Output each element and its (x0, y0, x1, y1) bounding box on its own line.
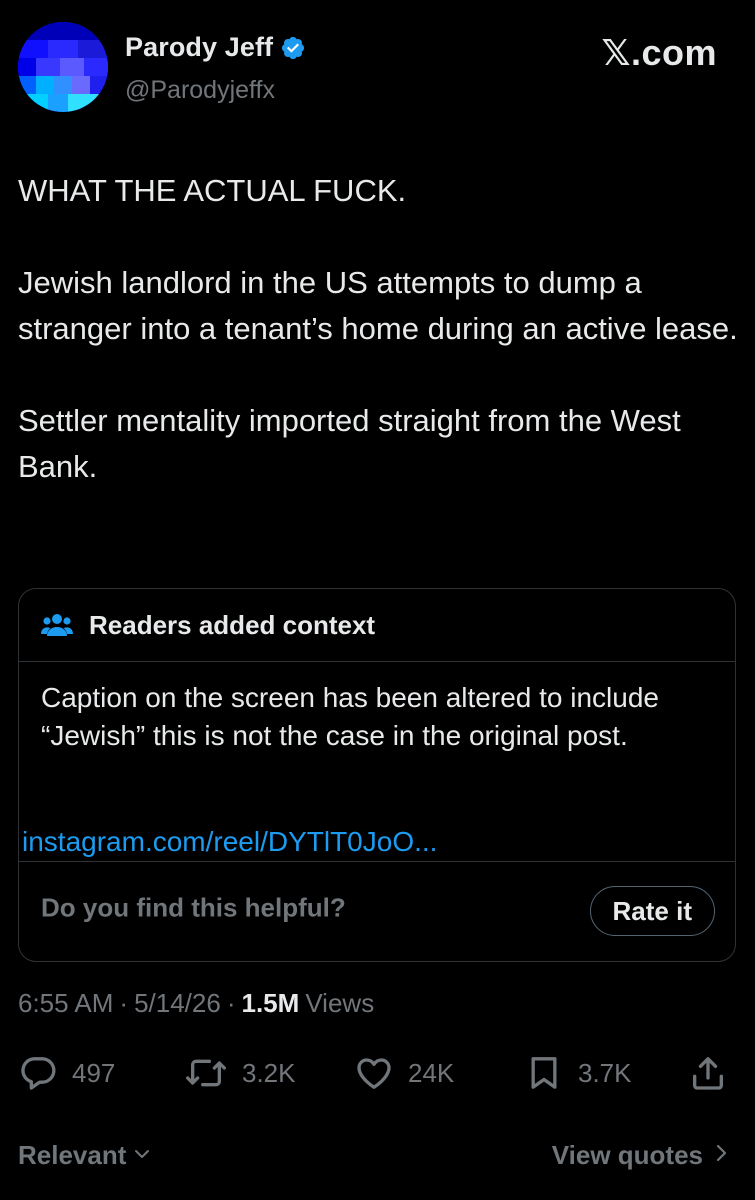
chevron-down-icon (132, 1140, 152, 1171)
bookmark-icon (524, 1053, 564, 1093)
bookmark-count: 3.7K (578, 1057, 632, 1088)
tweet-detail-page: Parody Jeff @Parodyjeffx 𝕏.com WHAT THE … (0, 0, 755, 1200)
community-note-text: Caption on the screen has been altered t… (41, 682, 659, 751)
reply-button[interactable]: 497 (18, 1048, 115, 1098)
repost-button[interactable]: 3.2K (184, 1048, 296, 1098)
author-display-name[interactable]: Parody Jeff (125, 32, 273, 63)
share-button[interactable] (688, 1048, 728, 1098)
bookmark-button[interactable]: 3.7K (524, 1048, 632, 1098)
share-icon (688, 1053, 728, 1093)
verified-badge-icon (280, 35, 306, 61)
repost-icon (184, 1053, 228, 1093)
author-handle[interactable]: @Parodyjeffx (125, 76, 275, 105)
tweet-text: WHAT THE ACTUAL FUCK. Jewish landlord in… (18, 168, 738, 490)
community-note-title: Readers added context (89, 609, 376, 640)
tweet-actions: 497 3.2K 24K 3.7K (0, 1048, 755, 1098)
tweet-paragraph: WHAT THE ACTUAL FUCK. (18, 173, 407, 208)
like-button[interactable]: 24K (354, 1048, 454, 1098)
community-note-source-link[interactable]: instagram.com/reel/DYTlT0JoO... (22, 826, 437, 858)
reply-count: 497 (72, 1057, 116, 1088)
meta-separator: · (119, 988, 129, 1018)
rate-it-button[interactable]: Rate it (589, 886, 715, 936)
tweet-paragraph: Jewish landlord in the US attempts to du… (18, 265, 738, 346)
tweet-meta: 6:55 AM · 5/14/26 · 1.5M Views (18, 988, 374, 1019)
chevron-right-icon (713, 1140, 729, 1171)
sort-label: Relevant (18, 1140, 127, 1170)
heart-icon (354, 1053, 394, 1093)
replies-sort-bar: Relevant View quotes (0, 1132, 755, 1178)
views-label: Views (305, 988, 375, 1018)
author-name-row[interactable]: Parody Jeff (125, 32, 306, 63)
avatar[interactable] (18, 22, 108, 112)
sort-relevant-dropdown[interactable]: Relevant (18, 1140, 152, 1171)
tweet-paragraph: Settler mentality imported straight from… (18, 403, 690, 484)
tweet-time[interactable]: 6:55 AM (18, 988, 113, 1019)
community-note-header: Readers added context (19, 589, 735, 662)
meta-separator: · (226, 988, 236, 1018)
repost-count: 3.2K (242, 1057, 296, 1088)
helpful-question: Do you find this helpful? (41, 892, 346, 923)
x-logo-watermark: 𝕏.com (601, 32, 717, 73)
people-group-icon (41, 612, 73, 638)
view-quotes-label: View quotes (551, 1140, 703, 1170)
reply-icon (18, 1053, 58, 1093)
tweet-date[interactable]: 5/14/26 (134, 988, 221, 1019)
views-count: 1.5M (241, 988, 300, 1018)
like-count: 24K (408, 1057, 455, 1088)
avatar-pixelated-image (18, 22, 108, 112)
community-note: Readers added context Caption on the scr… (18, 588, 736, 962)
community-note-footer: Do you find this helpful? Rate it (19, 861, 735, 962)
view-quotes-link[interactable]: View quotes (552, 1140, 729, 1171)
